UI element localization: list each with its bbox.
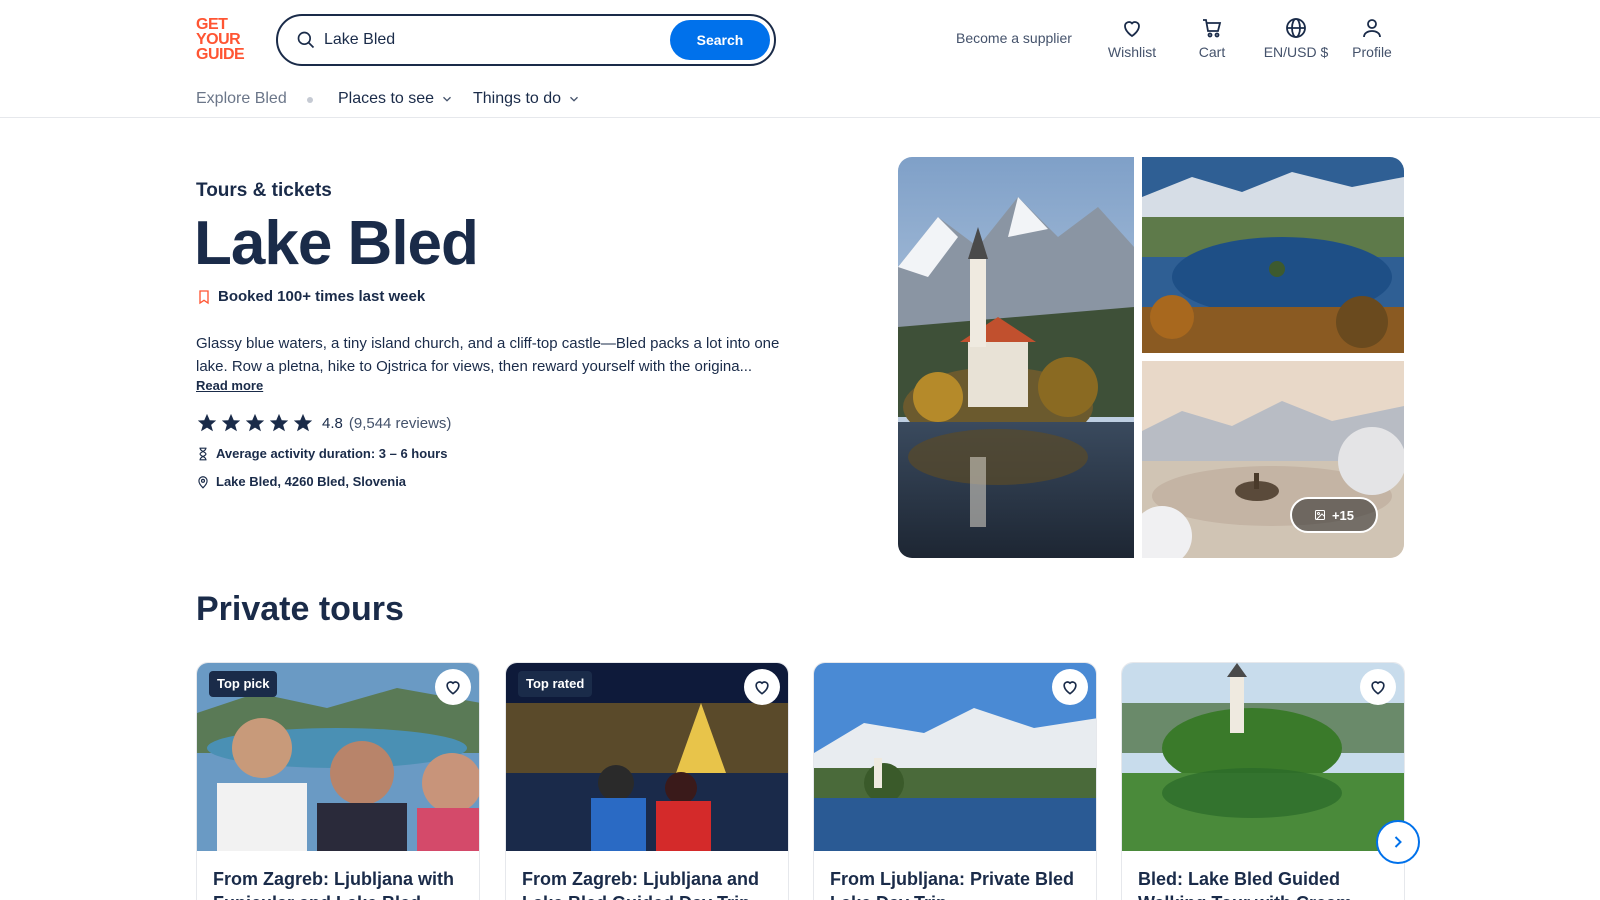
heart-icon (1371, 681, 1385, 695)
subnav-separator-dot (307, 97, 313, 103)
star-icon (221, 413, 241, 432)
subnav-places-label: Places to see (338, 90, 435, 107)
add-to-wishlist-button[interactable] (435, 669, 471, 705)
search-icon (297, 31, 315, 49)
cart-icon (1203, 19, 1222, 38)
section-title-private-tours: Private tours (196, 590, 404, 628)
page-eyebrow: Tours & tickets (196, 180, 332, 201)
star-icon (269, 413, 289, 432)
star-icon (245, 413, 265, 432)
gallery-photo-aerial-lake[interactable] (1142, 157, 1404, 353)
tour-card[interactable]: From Ljubljana: Private Bled Lake Day Tr… (813, 662, 1097, 900)
add-to-wishlist-button[interactable] (744, 669, 780, 705)
chevron-right-icon (1394, 836, 1402, 848)
activity-duration: Average activity duration: 3 – 6 hours (196, 446, 447, 461)
booked-badge: Booked 100+ times last week (196, 288, 425, 305)
logo-line-1: GET (196, 16, 228, 33)
tour-card-image (1122, 663, 1404, 851)
add-to-wishlist-button[interactable] (1052, 669, 1088, 705)
profile-icon (1363, 19, 1381, 38)
subnav-explore-label: Explore Bled (196, 90, 287, 107)
page-title: Lake Bled (194, 209, 479, 278)
nav-cart[interactable]: Cart (1192, 16, 1232, 66)
heart-icon (446, 681, 460, 695)
church-island-image (898, 157, 1134, 558)
star-icon (197, 413, 217, 432)
nav-wishlist[interactable]: Wishlist (1104, 16, 1160, 66)
tour-card[interactable]: Top rated From Zagreb: Ljubljana and Lak… (505, 662, 789, 900)
nav-wishlist-label: Wishlist (1107, 44, 1157, 60)
logo-line-3: GUIDE (196, 46, 245, 63)
tour-card-image: Top rated (506, 663, 788, 851)
heart-icon (1063, 681, 1077, 695)
tour-card-title[interactable]: Bled: Lake Bled Guided Walking Tour with… (1138, 867, 1394, 900)
chevron-down-icon (570, 96, 579, 102)
nav-language-currency[interactable]: EN/USD $ (1256, 16, 1336, 66)
tour-badge: Top rated (518, 671, 593, 697)
tour-card-title[interactable]: From Zagreb: Ljubljana and Lake Bled Gui… (522, 867, 778, 900)
rating-value: 4.8 (322, 414, 343, 432)
nav-cart-label: Cart (1198, 44, 1226, 60)
search-input[interactable] (324, 26, 654, 54)
search-button[interactable]: Search (670, 20, 770, 60)
tour-card-title[interactable]: From Ljubljana: Private Bled Lake Day Tr… (830, 867, 1086, 900)
destination-description: Glassy blue waters, a tiny island church… (196, 335, 780, 375)
gallery-photo-church[interactable] (898, 157, 1134, 558)
tour-card[interactable]: Top pick From Zagreb: Ljubljana with Fun… (196, 662, 480, 900)
sub-navigation: Explore Bled Places to see Things to do (0, 80, 1600, 118)
subnav-explore-bled[interactable]: Explore Bled (196, 90, 287, 108)
hourglass-icon (199, 447, 207, 460)
subnav-things-to-do[interactable]: Things to do (473, 90, 581, 108)
tour-card-title[interactable]: From Zagreb: Ljubljana with Funicular an… (213, 867, 469, 900)
star-icon (293, 413, 313, 432)
bookmark-icon (199, 289, 209, 304)
tour-badge: Top pick (209, 671, 278, 697)
getyourguide-logo[interactable]: GET YOUR GUIDE (196, 17, 254, 63)
become-supplier-link[interactable]: Become a supplier (956, 30, 1072, 46)
tour-card[interactable]: Bled: Lake Bled Guided Walking Tour with… (1121, 662, 1405, 900)
logo-line-2: YOUR (196, 31, 241, 48)
view-more-photos-button[interactable]: +15 (1290, 497, 1378, 533)
top-header: GET YOUR GUIDE Search Become a supplier … (0, 0, 1600, 80)
carousel-next-button[interactable] (1376, 820, 1420, 864)
read-more-link[interactable]: Read more (196, 378, 263, 393)
search-bar: Search (276, 14, 776, 66)
location-pin-icon (198, 475, 208, 489)
booked-text: Booked 100+ times last week (218, 288, 426, 305)
subnav-things-label: Things to do (473, 90, 562, 107)
nav-profile-label: Profile (1352, 44, 1392, 60)
aerial-lake-image (1142, 157, 1404, 353)
nav-language-label: EN/USD $ (1263, 44, 1329, 60)
heart-icon (755, 681, 769, 695)
image-icon (1314, 510, 1325, 520)
subnav-places-to-see[interactable]: Places to see (338, 90, 454, 108)
globe-icon (1286, 18, 1306, 38)
tour-card-image (814, 663, 1096, 851)
rating-summary[interactable]: 4.8 (9,544 reviews) (196, 412, 451, 434)
location-text: Lake Bled, 4260 Bled, Slovenia (216, 474, 407, 489)
heart-icon (1124, 21, 1140, 38)
nav-profile[interactable]: Profile (1350, 16, 1394, 66)
tour-card-image: Top pick (197, 663, 479, 851)
rating-count: (9,544 reviews) (348, 414, 452, 432)
add-to-wishlist-button[interactable] (1360, 669, 1396, 705)
photo-gallery: +15 (898, 157, 1404, 558)
chevron-down-icon (443, 96, 452, 102)
activity-location: Lake Bled, 4260 Bled, Slovenia (196, 474, 406, 489)
duration-text: Average activity duration: 3 – 6 hours (216, 446, 448, 461)
more-photos-count: +15 (1331, 507, 1355, 523)
